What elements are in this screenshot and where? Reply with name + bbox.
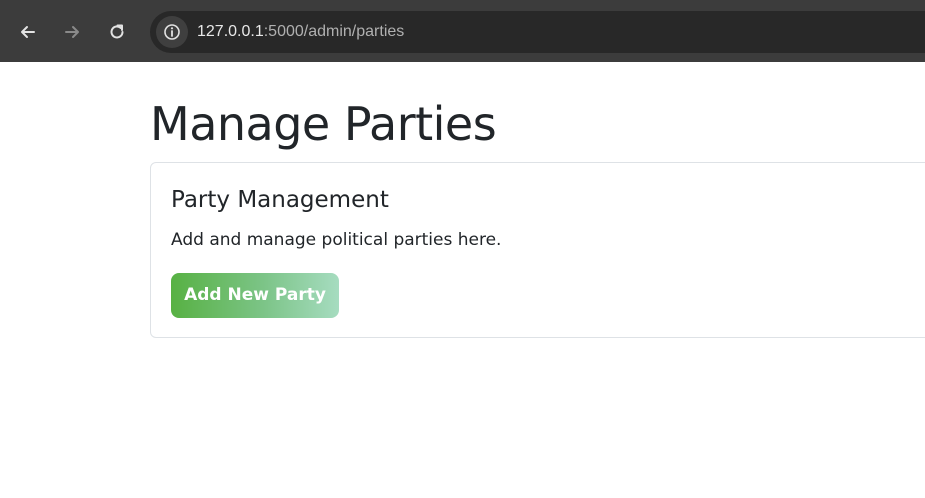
- arrow-left-icon: [21, 26, 35, 38]
- card-title: Party Management: [171, 187, 389, 213]
- card-description: Add and manage political parties here.: [171, 230, 502, 250]
- reload-button[interactable]: [101, 16, 133, 48]
- forward-button[interactable]: [56, 16, 88, 48]
- page-title: Manage Parties: [150, 97, 497, 151]
- back-button[interactable]: [12, 16, 44, 48]
- address-bar[interactable]: 127.0.0.1:5000/admin/parties: [150, 11, 925, 53]
- reload-icon: [110, 24, 124, 39]
- browser-toolbar: 127.0.0.1:5000/admin/parties: [0, 0, 925, 62]
- arrow-right-icon: [65, 26, 79, 38]
- info-icon: [164, 24, 180, 40]
- url-text[interactable]: 127.0.0.1:5000/admin/parties: [197, 21, 404, 43]
- party-management-card: Party Management Add and manage politica…: [150, 162, 925, 338]
- url-host: 127.0.0.1: [197, 23, 264, 40]
- site-info-button[interactable]: [156, 16, 188, 48]
- url-path: :5000/admin/parties: [263, 23, 405, 40]
- page-content: Manage Parties Party Management Add and …: [0, 62, 925, 498]
- add-new-party-button[interactable]: Add New Party: [171, 273, 339, 318]
